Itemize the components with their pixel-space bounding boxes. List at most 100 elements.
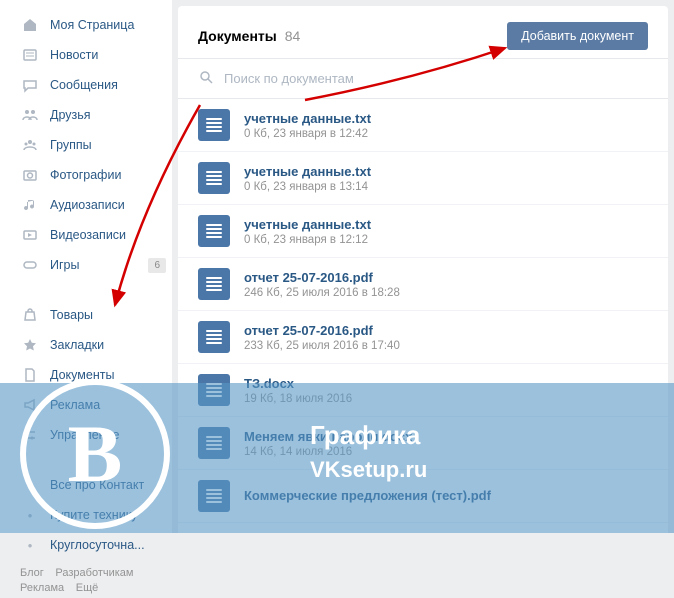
file-icon: [198, 109, 230, 141]
sidebar-item-label: Закладки: [50, 338, 104, 352]
sidebar-item-label: Сообщения: [50, 78, 118, 92]
document-subtitle: 0 Кб, 23 января в 13:14: [244, 181, 371, 193]
footer-link-ads[interactable]: Реклама: [20, 582, 64, 594]
sidebar-item-label: Игры: [50, 258, 79, 272]
sliders-icon: [20, 425, 40, 445]
bullet-icon: •: [20, 505, 40, 525]
document-row[interactable]: ТЗ.docx 19 Кб, 18 июля 2016: [178, 364, 668, 417]
sidebar-item-games[interactable]: Игры 6: [0, 250, 172, 280]
sidebar-item-label: Купите технику: [50, 508, 138, 522]
music-icon: [20, 195, 40, 215]
document-title: отчет 25-07-2016.pdf: [244, 270, 400, 285]
document-row[interactable]: учетные данные.txt0 Кб, 23 января в 12:4…: [178, 99, 668, 152]
sidebar-item-manage[interactable]: Управление: [0, 420, 172, 450]
search-input[interactable]: [224, 71, 648, 86]
camera-icon: [20, 165, 40, 185]
search-icon: [198, 69, 214, 88]
document-icon: [20, 365, 40, 385]
document-meta: учетные данные.txt 0 Кб, 23 января в 13:1…: [244, 164, 371, 193]
footer-link-more[interactable]: Ещё: [76, 582, 99, 594]
sidebar-item-label: Круглосуточна...: [50, 538, 145, 552]
home-icon: [20, 15, 40, 35]
footer-link-blog[interactable]: Блог: [20, 567, 44, 579]
add-document-button[interactable]: Добавить документ: [507, 22, 648, 50]
groups-icon: [20, 135, 40, 155]
file-icon: [198, 215, 230, 247]
sidebar-item-label: Видеозаписи: [50, 228, 126, 242]
page-header: Документы 84 Добавить документ: [178, 6, 668, 59]
document-row[interactable]: отчет 25-07-2016.pdf 246 Кб, 25 июля 2016…: [178, 258, 668, 311]
star-icon: [20, 335, 40, 355]
sidebar-item-my-page[interactable]: Моя Страница: [0, 10, 172, 40]
news-icon: [20, 45, 40, 65]
sidebar-item-promo-2[interactable]: • Купите технику: [0, 500, 172, 530]
document-meta: отчет 25-07-2016.pdf 233 Кб, 25 июля 2016…: [244, 323, 400, 352]
sidebar-item-label: Друзья: [50, 108, 91, 122]
document-subtitle: 0 Кб, 23 января в 12:12: [244, 234, 371, 246]
document-title: отчет 25-07-2016.pdf: [244, 323, 400, 338]
document-subtitle: 19 Кб, 18 июля 2016: [244, 393, 352, 405]
document-row[interactable]: Коммерческие предложения (тест).pdf: [178, 470, 668, 523]
file-icon: [198, 427, 230, 459]
document-title: ТЗ.docx: [244, 376, 352, 391]
file-icon: [198, 162, 230, 194]
sidebar-item-label: Фотографии: [50, 168, 121, 182]
document-list: учетные данные.txt 0 Кб, 23 января в 12:4…: [178, 99, 668, 533]
document-meta: отчет 25-07-2016.pdf 246 Кб, 25 июля 2016…: [244, 270, 400, 299]
sidebar-item-documents[interactable]: Документы: [0, 360, 172, 390]
file-icon: [198, 374, 230, 406]
search-row: [178, 59, 668, 99]
document-meta: Коммерческие предложения (тест).pdf: [244, 488, 491, 505]
main-panel: Документы 84 Добавить документ учетные д…: [178, 6, 668, 533]
document-meta: учетные данные.txt 0 Кб, 23 января в 12:1…: [244, 217, 371, 246]
sidebar-item-label: Реклама: [50, 398, 100, 412]
sidebar-item-label: Аудиозаписи: [50, 198, 125, 212]
document-meta: Меняем явки пароли.docx 14 Кб, 14 июля 20…: [244, 429, 412, 458]
games-badge: 6: [148, 258, 166, 273]
sidebar-item-audio[interactable]: Аудиозаписи: [0, 190, 172, 220]
document-row[interactable]: Меняем явки пароли.docx 14 Кб, 14 июля 20…: [178, 417, 668, 470]
document-subtitle: 0 Кб, 23 января в 12:42: [244, 128, 371, 140]
doc-count: 84: [285, 28, 301, 44]
footer-link-dev[interactable]: Разработчикам: [55, 567, 133, 579]
document-subtitle: 233 Кб, 25 июля 2016 в 17:40: [244, 340, 400, 352]
page-title: Документы: [198, 28, 277, 44]
sidebar-item-bookmarks[interactable]: Закладки: [0, 330, 172, 360]
video-icon: [20, 225, 40, 245]
sidebar-item-groups[interactable]: Группы: [0, 130, 172, 160]
sidebar-item-video[interactable]: Видеозаписи: [0, 220, 172, 250]
document-title: учетные данные.txt: [244, 217, 371, 232]
sidebar-item-label: Документы: [50, 368, 114, 382]
sidebar-item-photos[interactable]: Фотографии: [0, 160, 172, 190]
sidebar-item-market[interactable]: Товары: [0, 300, 172, 330]
sidebar-item-promo-1[interactable]: • Все про Контакт: [0, 470, 172, 500]
document-row[interactable]: учетные данные.txt 0 Кб, 23 января в 12:1…: [178, 205, 668, 258]
bullet-icon: •: [20, 535, 40, 555]
megaphone-icon: [20, 395, 40, 415]
sidebar-item-news[interactable]: Новости: [0, 40, 172, 70]
document-title: учетные данные.txt: [244, 164, 371, 179]
document-title: Коммерческие предложения (тест).pdf: [244, 488, 491, 503]
gamepad-icon: [20, 255, 40, 275]
sidebar-item-ads[interactable]: Реклама: [0, 390, 172, 420]
bag-icon: [20, 305, 40, 325]
footer-links: Блог Разработчикам Реклама Ещё: [0, 560, 172, 598]
document-row[interactable]: учетные данные.txt 0 Кб, 23 января в 13:1…: [178, 152, 668, 205]
sidebar-item-promo-3[interactable]: • Круглосуточна...: [0, 530, 172, 560]
sidebar-item-label: Товары: [50, 308, 93, 322]
document-title: Меняем явки пароли.docx: [244, 429, 412, 444]
document-meta: ТЗ.docx 19 Кб, 18 июля 2016: [244, 376, 352, 405]
document-row[interactable]: отчет 25-07-2016.pdf 233 Кб, 25 июля 2016…: [178, 311, 668, 364]
document-subtitle: 246 Кб, 25 июля 2016 в 18:28: [244, 287, 400, 299]
sidebar-item-label: Все про Контакт: [50, 478, 144, 492]
sidebar-item-label: Управление: [50, 428, 120, 442]
file-icon: [198, 480, 230, 512]
document-subtitle: 14 Кб, 14 июля 2016: [244, 446, 412, 458]
sidebar-item-label: Моя Страница: [50, 18, 134, 32]
friends-icon: [20, 105, 40, 125]
document-meta: учетные данные.txt0 Кб, 23 января в 12:4…: [244, 111, 371, 140]
sidebar-item-friends[interactable]: Друзья: [0, 100, 172, 130]
sidebar-item-label: Новости: [50, 48, 98, 62]
sidebar-item-label: Группы: [50, 138, 92, 152]
sidebar-item-messages[interactable]: Сообщения: [0, 70, 172, 100]
